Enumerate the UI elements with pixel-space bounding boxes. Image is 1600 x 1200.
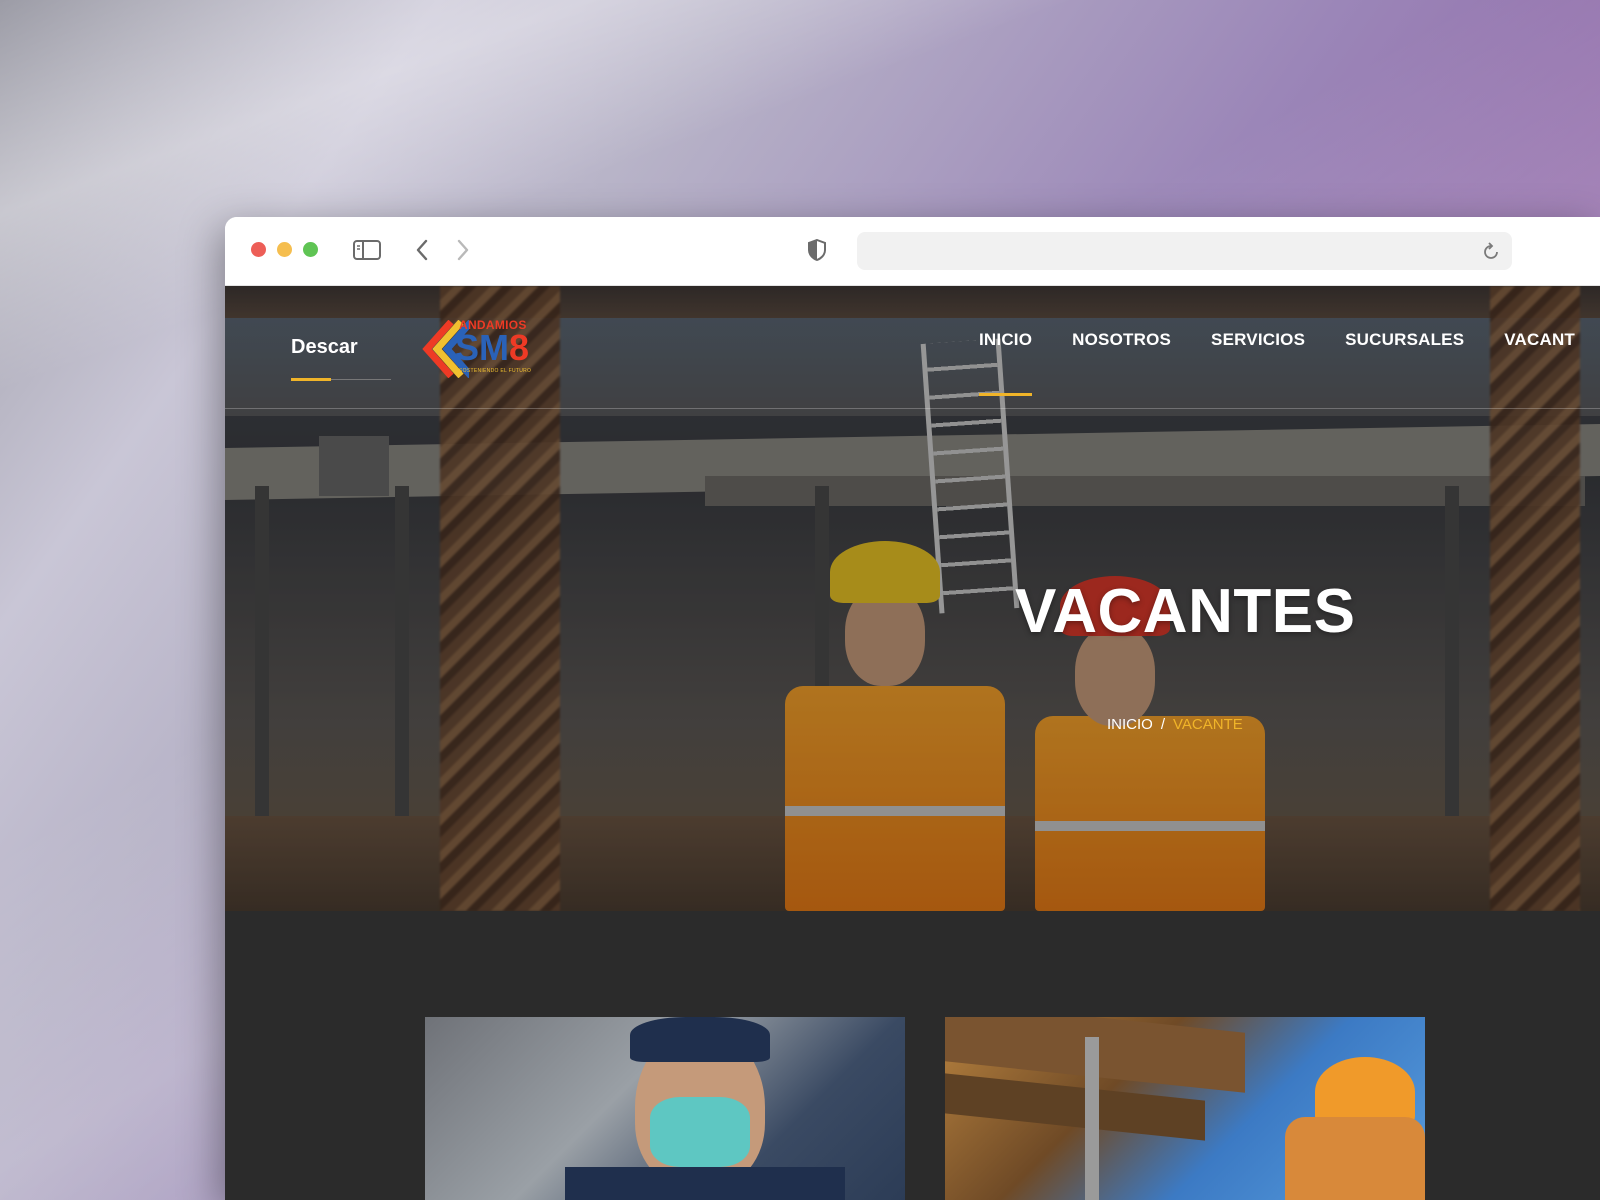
download-card-button[interactable]	[319, 436, 389, 496]
sidebar-toggle-icon[interactable]	[353, 237, 381, 263]
logo-letters: SM	[455, 327, 509, 368]
privacy-shield-icon[interactable]	[805, 237, 829, 263]
vacancy-card-driver-image[interactable]	[425, 1017, 905, 1200]
nav-item-sucursales[interactable]: SUCURSALES	[1345, 330, 1464, 350]
nav-item-servicios[interactable]: SERVICIOS	[1211, 330, 1305, 350]
hero-banner: ANDAMIOS SM8 SOSTENIENDO EL FUTURO INICI…	[225, 286, 1600, 911]
forward-arrow-icon[interactable]	[451, 237, 475, 263]
reload-icon[interactable]	[1482, 241, 1502, 261]
logo-digit: 8	[509, 327, 530, 368]
browser-window: ANDAMIOS SM8 SOSTENIENDO EL FUTURO INICI…	[225, 217, 1600, 1200]
main-navigation: INICIO NOSOTROS SERVICIOS SUCURSALES VAC…	[979, 330, 1600, 396]
breadcrumb-separator: /	[1160, 716, 1166, 733]
site-logo[interactable]: ANDAMIOS SM8 SOSTENIENDO EL FUTURO	[421, 314, 533, 382]
browser-toolbar	[225, 217, 1600, 286]
breadcrumb-home-link[interactable]: INICIO	[1107, 716, 1153, 733]
page-viewport: ANDAMIOS SM8 SOSTENIENDO EL FUTURO INICI…	[225, 286, 1600, 1200]
nav-item-nosotros[interactable]: NOSOTROS	[1072, 330, 1171, 350]
logo-main-text: SM8	[455, 328, 529, 368]
download-card-title: Descar	[291, 336, 358, 358]
address-bar[interactable]	[857, 232, 1512, 270]
nav-divider	[225, 408, 1600, 409]
nav-item-vacantes[interactable]: VACANT	[1504, 330, 1575, 350]
download-card-rule	[331, 379, 391, 380]
logo-tagline: SOSTENIENDO EL FUTURO	[459, 368, 532, 374]
download-card-underline	[291, 378, 331, 381]
minimize-window-button[interactable]	[277, 242, 292, 257]
breadcrumb-current: VACANTE	[1173, 716, 1243, 733]
maximize-window-button[interactable]	[303, 242, 318, 257]
breadcrumb: INICIO / VACANTE	[1107, 716, 1243, 733]
back-arrow-icon[interactable]	[410, 237, 434, 263]
page-title: VACANTES	[1015, 577, 1356, 646]
close-window-button[interactable]	[251, 242, 266, 257]
vacancy-card-scaffold-image[interactable]	[945, 1017, 1425, 1200]
nav-item-inicio[interactable]: INICIO	[979, 330, 1033, 396]
